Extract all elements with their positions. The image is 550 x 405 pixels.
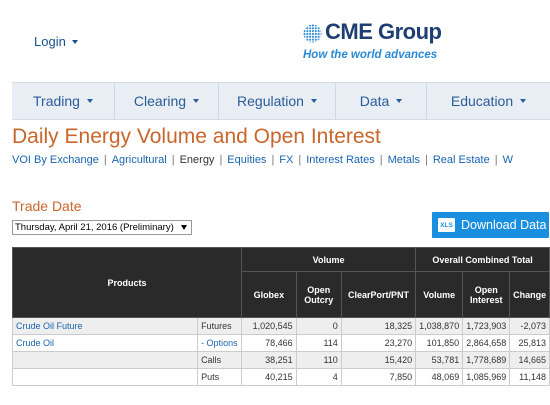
volume-cell: 53,781 <box>415 351 464 369</box>
asset-class-nav: VOI By Exchange | Agricultural | Energy | Equi… <box>12 154 513 166</box>
separator: | <box>271 154 275 166</box>
product-link-crude-oil[interactable]: Crude Oil <box>16 338 54 348</box>
page-title: Daily Energy Volume and Open Interest <box>12 125 381 148</box>
open-outcry-cell: 0 <box>295 317 342 335</box>
table-row: Calls 38,251 110 15,420 53,781 1,778,689… <box>11 351 550 369</box>
separator: | <box>103 154 107 166</box>
nav-education-label: Education <box>450 93 514 109</box>
trade-date-label: Trade Date <box>12 198 82 214</box>
cme-group-logo[interactable]: CME Group How the world advances <box>303 19 463 66</box>
clearport-header: ClearPort/PNT <box>340 271 417 318</box>
separator: | <box>494 154 498 166</box>
trade-date-value: Thursday, April 21, 2016 (Preliminary) <box>15 222 174 233</box>
nav-regulation-label: Regulation <box>237 93 304 109</box>
chevron-down-icon <box>396 99 403 103</box>
product-cell <box>11 351 199 369</box>
volume-header: Volume <box>415 271 464 318</box>
open-interest-cell: 1,723,903 <box>462 317 511 335</box>
chevron-down-icon <box>310 99 317 103</box>
separator: | <box>379 154 383 166</box>
volume-table: Products Volume Overall Combined Total G… <box>11 247 550 386</box>
product-type: Calls <box>197 351 243 369</box>
clearport-cell: 23,270 <box>340 334 417 352</box>
subnav-weather[interactable]: W <box>503 154 513 166</box>
overall-combined-total-header: Overall Combined Total <box>415 247 550 272</box>
nav-education[interactable]: Education <box>427 83 550 119</box>
change-header: Change <box>509 271 550 318</box>
open-outcry-header: Open Outcry <box>295 271 342 318</box>
globex-cell: 38,251 <box>241 351 297 369</box>
table-row: Puts 40,215 4 7,850 48,069 1,085,969 11,… <box>11 368 550 386</box>
download-data-label: Download Data <box>461 218 547 232</box>
open-interest-cell: 1,085,969 <box>462 368 511 386</box>
product-type: Futures <box>197 317 243 335</box>
nav-data-label: Data <box>359 93 390 109</box>
subnav-energy: Energy <box>179 154 215 166</box>
clearport-cell: 7,850 <box>340 368 417 386</box>
chevron-down-icon <box>71 40 78 44</box>
globex-cell: 78,466 <box>241 334 297 352</box>
volume-group-header: Volume <box>241 247 417 272</box>
open-interest-cell: 1,778,689 <box>462 351 511 369</box>
volume-cell: 1,038,870 <box>415 317 464 335</box>
options-toggle-link[interactable]: - Options <box>201 338 238 348</box>
nav-trading[interactable]: Trading <box>12 83 115 119</box>
table-row: Crude Oil Future Futures 1,020,545 0 18,… <box>11 317 550 335</box>
login-menu[interactable]: Login <box>34 34 78 49</box>
separator: | <box>424 154 428 166</box>
subnav-fx[interactable]: FX <box>279 154 293 166</box>
product-cell <box>11 368 199 386</box>
chevron-down-icon <box>520 99 527 103</box>
globex-cell: 1,020,545 <box>241 317 297 335</box>
open-interest-cell: 2,864,658 <box>462 334 511 352</box>
nav-data[interactable]: Data <box>336 83 427 119</box>
chevron-down-icon <box>86 99 93 103</box>
change-cell: 11,148 <box>509 368 550 386</box>
change-cell: -2,073 <box>509 317 550 335</box>
clearport-cell: 15,420 <box>340 351 417 369</box>
xls-file-icon: XLS <box>438 218 455 232</box>
product-type: Puts <box>197 368 243 386</box>
nav-trading-label: Trading <box>33 93 80 109</box>
products-header: Products <box>11 247 243 318</box>
subnav-metals[interactable]: Metals <box>388 154 420 166</box>
subnav-voi-by-exchange[interactable]: VOI By Exchange <box>12 154 99 166</box>
login-label: Login <box>34 34 66 49</box>
volume-cell: 48,069 <box>415 368 464 386</box>
separator: | <box>171 154 175 166</box>
nav-clearing[interactable]: Clearing <box>115 83 219 119</box>
open-outcry-cell: 4 <box>295 368 342 386</box>
dropdown-arrow-icon <box>181 225 187 230</box>
subnav-interest-rates[interactable]: Interest Rates <box>306 154 374 166</box>
clearport-cell: 18,325 <box>340 317 417 335</box>
open-outcry-cell: 110 <box>295 351 342 369</box>
subnav-real-estate[interactable]: Real Estate <box>433 154 490 166</box>
logo-name: CME Group <box>325 19 442 44</box>
nav-clearing-label: Clearing <box>133 93 187 109</box>
download-data-button[interactable]: XLS Download Data <box>432 212 549 238</box>
open-interest-header: Open Interest <box>462 271 511 318</box>
separator: | <box>298 154 302 166</box>
nav-regulation[interactable]: Regulation <box>219 83 336 119</box>
globex-header: Globex <box>241 271 297 318</box>
trade-date-select[interactable]: Thursday, April 21, 2016 (Preliminary) <box>12 220 192 235</box>
separator: | <box>219 154 223 166</box>
change-cell: 14,665 <box>509 351 550 369</box>
globe-logo-icon <box>303 24 322 43</box>
main-nav: Trading Clearing Regulation Data Educati… <box>12 82 550 120</box>
globex-cell: 40,215 <box>241 368 297 386</box>
subnav-agricultural[interactable]: Agricultural <box>112 154 167 166</box>
table-row: Crude Oil - Options 78,466 114 23,270 10… <box>11 334 550 352</box>
change-cell: 25,813 <box>509 334 550 352</box>
subnav-equities[interactable]: Equities <box>227 154 266 166</box>
open-outcry-cell: 114 <box>295 334 342 352</box>
product-link-crude-oil-future[interactable]: Crude Oil Future <box>16 321 83 331</box>
chevron-down-icon <box>193 99 200 103</box>
volume-cell: 101,850 <box>415 334 464 352</box>
logo-tagline: How the world advances <box>303 49 438 61</box>
